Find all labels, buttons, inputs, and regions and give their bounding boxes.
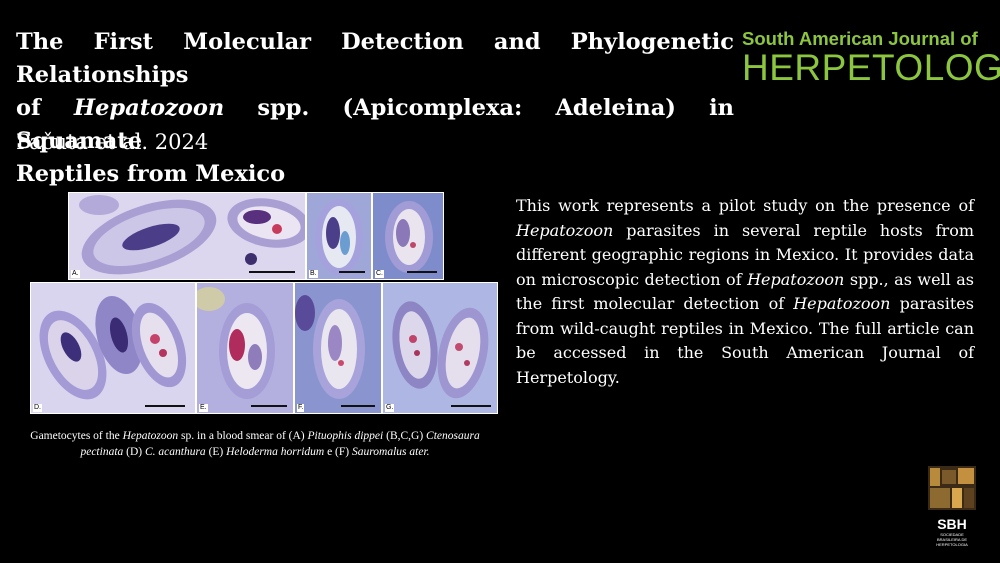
figure-panel-f: F.	[294, 282, 382, 414]
sbh-fullname: SOCIEDADE BRASILEIRA DE HERPETOLOGIA	[936, 532, 968, 547]
scale-bar	[251, 405, 287, 407]
poster-title: The First Molecular Detection and Phylog…	[16, 26, 734, 191]
panel-b-image	[307, 193, 371, 279]
summary-paragraph: This work represents a pilot study on th…	[516, 196, 975, 387]
figure-panel-c: C.	[372, 192, 444, 280]
panel-d-image	[31, 283, 195, 413]
scale-bar	[341, 405, 375, 407]
panel-label: G.	[385, 404, 395, 412]
scale-bar	[339, 271, 365, 273]
sbh-abbreviation: SBH	[937, 516, 967, 532]
panel-e-image	[197, 283, 293, 413]
journal-logo: South American Journal of HERPETOLOGY	[742, 28, 1000, 88]
panel-label: F.	[297, 404, 305, 412]
panel-c-image	[373, 193, 443, 279]
figure-panel-a: A.	[68, 192, 306, 280]
authors-year: Pačuta et al. 2024	[16, 130, 209, 154]
sbh-logo: SBH SOCIEDADE BRASILEIRA DE HERPETOLOGIA	[928, 466, 976, 547]
scale-bar	[407, 271, 437, 273]
panel-f-image	[295, 283, 381, 413]
figure-caption: Gametocytes of the Hepatozoon sp. in a b…	[30, 430, 480, 458]
figure-panel-e: E.	[196, 282, 294, 414]
panel-a-image	[69, 193, 305, 279]
figure-panel-b: B.	[306, 192, 372, 280]
micrograph-figure: A. B. C. D. E. F. G.	[30, 192, 498, 414]
figure-panel-d: D.	[30, 282, 196, 414]
panel-label: A.	[71, 270, 80, 278]
panel-label: D.	[33, 404, 42, 412]
panel-label: B.	[309, 270, 318, 278]
scale-bar	[249, 271, 295, 273]
scale-bar	[451, 405, 491, 407]
title-line-1: The First Molecular Detection and Phylog…	[16, 29, 734, 88]
figure-panel-g: G.	[382, 282, 498, 414]
panel-label: E.	[199, 404, 208, 412]
scale-bar	[145, 405, 185, 407]
panel-g-image	[383, 283, 497, 413]
journal-name-line-2: HERPETOLOGY	[742, 47, 1000, 88]
title-line-3: Reptiles from Mexico	[16, 161, 286, 187]
panel-label: C.	[375, 270, 384, 278]
sbh-logo-image	[928, 466, 976, 510]
